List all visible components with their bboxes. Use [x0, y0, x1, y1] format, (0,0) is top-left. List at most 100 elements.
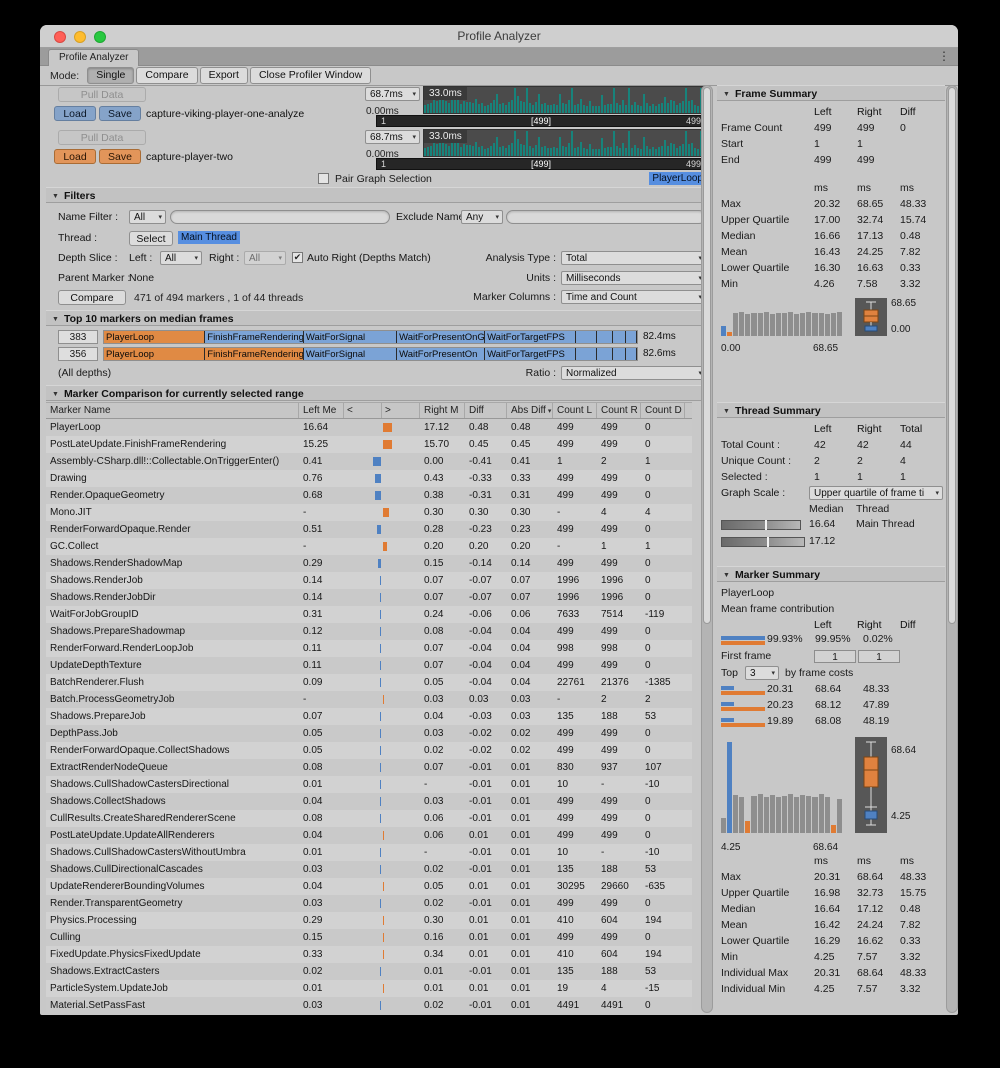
column-header[interactable]: < [344, 403, 382, 418]
table-row[interactable]: BatchRenderer.Flush0.090.05-0.040.042276… [46, 674, 692, 691]
table-row[interactable]: Physics.Processing0.290.300.010.01410604… [46, 912, 692, 929]
marker-segment[interactable] [597, 331, 613, 343]
marker-segment[interactable] [597, 348, 613, 360]
table-row[interactable]: Shadows.CullShadowCastersDirectional0.01… [46, 776, 692, 793]
table-row[interactable]: Batch.ProcessGeometryJob-0.030.030.03-22 [46, 691, 692, 708]
mode-compare-button[interactable]: Compare [136, 67, 197, 84]
top-n-dropdown[interactable]: 3 ▾ [745, 666, 779, 680]
scrollbar-thumb[interactable] [948, 87, 956, 624]
table-row[interactable]: GC.Collect-0.200.200.20-11 [46, 538, 692, 555]
first-frame-left-button[interactable]: 1 [814, 650, 856, 663]
minimize-window-button[interactable] [74, 31, 86, 43]
table-row[interactable]: Render.OpaqueGeometry0.680.38-0.310.3149… [46, 487, 692, 504]
marker-segment[interactable]: WaitForSignal [304, 331, 397, 343]
marker-segment[interactable]: WaitForPresentOnG [397, 331, 485, 343]
column-header[interactable]: Abs Diff▾ [507, 403, 553, 418]
table-row[interactable]: CullResults.CreateSharedRendererScene0.0… [46, 810, 692, 827]
table-row[interactable]: PlayerLoop16.6417.120.480.484994990 [46, 419, 692, 436]
table-row[interactable]: RenderForwardOpaque.Render0.510.28-0.230… [46, 521, 692, 538]
save-button[interactable]: Save [99, 106, 141, 121]
thread-select-button[interactable]: Select [129, 231, 173, 246]
table-row[interactable]: Render.TransparentGeometry0.030.02-0.010… [46, 895, 692, 912]
marker-summary-header[interactable]: ▼Marker Summary [717, 566, 945, 582]
table-row[interactable]: Material.SetPassFast0.030.02-0.010.01449… [46, 997, 692, 1013]
table-row[interactable]: Shadows.CullDirectionalCascades0.030.02-… [46, 861, 692, 878]
table-row[interactable]: Shadows.CollectShadows0.040.03-0.010.014… [46, 793, 692, 810]
pull-data-button[interactable]: Pull Data [58, 87, 146, 102]
mode-export-button[interactable]: Export [200, 67, 248, 84]
column-header[interactable]: Count R [597, 403, 641, 418]
frame-range-slider[interactable]: 1 [499] 499 [376, 158, 706, 170]
table-row[interactable]: Culling0.150.160.010.014994990 [46, 929, 692, 946]
name-filter-mode-dropdown[interactable]: All ▾ [129, 210, 166, 224]
frame-summary-header[interactable]: ▼Frame Summary [717, 85, 945, 101]
marker-segment[interactable] [576, 331, 597, 343]
table-row[interactable]: DepthPass.Job0.050.03-0.020.024994990 [46, 725, 692, 742]
auto-right-checkbox[interactable]: ✔ [292, 252, 303, 263]
marker-segment[interactable]: FinishFrameRendering [205, 348, 304, 360]
marker-segment[interactable]: WaitForPresentOn [397, 348, 485, 360]
zoom-window-button[interactable] [94, 31, 106, 43]
table-row[interactable]: Shadows.RenderJob0.140.07-0.070.07199619… [46, 572, 692, 589]
column-header[interactable]: Count D [641, 403, 685, 418]
table-row[interactable]: RenderForwardOpaque.CollectShadows0.050.… [46, 742, 692, 759]
marker-segment[interactable] [626, 348, 637, 360]
frame-time-graph[interactable]: 33.0ms [423, 86, 706, 114]
scrollbar-thumb[interactable] [703, 87, 711, 624]
table-row[interactable]: Drawing0.760.43-0.330.334994990 [46, 470, 692, 487]
mode-single-button[interactable]: Single [87, 67, 134, 84]
marker-segment[interactable] [626, 331, 637, 343]
top10-header[interactable]: ▼Top 10 markers on median frames [46, 310, 706, 326]
close-window-button[interactable] [54, 31, 66, 43]
titlebar[interactable]: Profile Analyzer [40, 25, 958, 48]
table-row[interactable]: Assembly-CSharp.dll!::Collectable.OnTrig… [46, 453, 692, 470]
column-header[interactable]: Count L [553, 403, 597, 418]
tab-profile-analyzer[interactable]: Profile Analyzer [48, 49, 139, 66]
thread-graph-row[interactable]: 16.64 Main Thread [717, 517, 945, 534]
pull-data-button[interactable]: Pull Data [58, 130, 146, 145]
table-row[interactable]: WaitForJobGroupID0.310.24-0.060.06763375… [46, 606, 692, 623]
table-row[interactable]: Mono.JIT-0.300.300.30-44 [46, 504, 692, 521]
marker-segment[interactable]: WaitForTargetFPS [485, 331, 576, 343]
marker-segment[interactable]: WaitForTargetFPS [485, 348, 576, 360]
units-dropdown[interactable]: Milliseconds ▾ [561, 271, 706, 285]
column-header[interactable]: Marker Name [46, 403, 299, 418]
table-row[interactable]: UpdateDepthTexture0.110.07-0.040.0449949… [46, 657, 692, 674]
marker-segment[interactable]: WaitForSignal [304, 348, 397, 360]
load-button[interactable]: Load [54, 149, 96, 164]
selected-thread-badge[interactable]: Main Thread [178, 231, 240, 244]
overflow-menu-icon[interactable]: ⋮ [938, 48, 950, 65]
column-header[interactable]: > [382, 403, 420, 418]
filters-header[interactable]: ▼Filters [46, 187, 706, 203]
thread-graph-row[interactable]: 17.12 [717, 534, 945, 551]
sidebar-scrollbar[interactable] [946, 85, 958, 1013]
save-button[interactable]: Save [99, 149, 141, 164]
analysis-type-dropdown[interactable]: Total ▾ [561, 251, 706, 265]
marker-columns-dropdown[interactable]: Time and Count ▾ [561, 290, 706, 304]
table-row[interactable]: Shadows.ExtractCasters0.020.01-0.010.011… [46, 963, 692, 980]
table-row[interactable]: UpdateRendererBoundingVolumes0.040.050.0… [46, 878, 692, 895]
table-row[interactable]: ParticleSystem.UpdateJob0.010.010.010.01… [46, 980, 692, 997]
frame-range-slider[interactable]: 1 [499] 499 [376, 115, 706, 127]
mode-close-profiler-window-button[interactable]: Close Profiler Window [250, 67, 371, 84]
max-time-dropdown[interactable]: 68.7ms ▾ [365, 87, 420, 101]
frame-index-button[interactable]: 383 [58, 330, 98, 344]
table-row[interactable]: PostLateUpdate.FinishFrameRendering15.25… [46, 436, 692, 453]
ratio-dropdown[interactable]: Normalized ▾ [561, 366, 706, 380]
frame-time-graph[interactable]: 33.0ms [423, 129, 706, 157]
left-pane-scrollbar[interactable] [701, 85, 713, 1013]
table-row[interactable]: Shadows.CullShadowCastersWithoutUmbra0.0… [46, 844, 692, 861]
comparison-header[interactable]: ▼Marker Comparison for currently selecte… [46, 385, 706, 401]
marker-segment[interactable] [576, 348, 597, 360]
column-header[interactable]: Right M [420, 403, 465, 418]
frame-index-button[interactable]: 356 [58, 347, 98, 361]
selected-marker-badge[interactable]: PlayerLoop [649, 172, 706, 185]
depth-left-dropdown[interactable]: All ▾ [160, 251, 202, 265]
table-row[interactable]: ExtractRenderNodeQueue0.080.07-0.010.018… [46, 759, 692, 776]
table-row[interactable]: Shadows.RenderJobDir0.140.07-0.070.07199… [46, 589, 692, 606]
name-filter-input[interactable] [170, 210, 390, 224]
marker-segment[interactable]: PlayerLoop [104, 331, 205, 343]
exclude-mode-dropdown[interactable]: Any ▾ [461, 210, 503, 224]
marker-segment[interactable]: FinishFrameRendering [205, 331, 304, 343]
graph-scale-dropdown[interactable]: Upper quartile of frame ti ▾ [809, 486, 943, 500]
